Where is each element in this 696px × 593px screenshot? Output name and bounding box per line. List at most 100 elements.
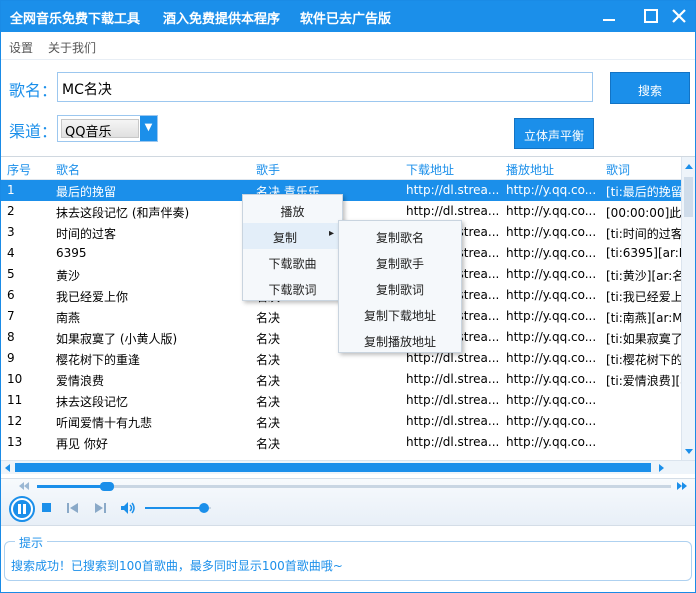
ctx-copy[interactable]: 复制 ▸ — [243, 223, 342, 249]
cell-lyric: [ti:最后的挽留 — [606, 185, 681, 199]
cell-play: http://y.qq.co... — [506, 330, 597, 344]
horizontal-scroll-thumb[interactable] — [15, 463, 651, 472]
cell-name: 时间的过客 — [56, 227, 117, 241]
search-button[interactable]: 搜索 — [610, 72, 690, 104]
channel-select[interactable]: QQ音乐 ▼ — [57, 115, 158, 142]
header-name[interactable]: 歌名 — [56, 161, 80, 178]
cell-play: http://y.qq.co... — [506, 267, 597, 281]
cell-no: 10 — [7, 372, 23, 386]
cell-name: 再见 你好 — [56, 437, 108, 451]
ctx-copy-lyric[interactable]: 复制歌词 — [339, 275, 461, 301]
cell-lyric: [ti:我已经爱上 — [606, 290, 681, 304]
table-row[interactable]: 11 抹去这段记忆 名决 http://dl.strea... http://y.qq.… — [1, 390, 681, 411]
header-play[interactable]: 播放地址 — [506, 161, 554, 178]
cell-play: http://y.qq.co... — [506, 183, 597, 197]
context-menu: 播放 复制 ▸ 下载歌曲 下载歌词 — [242, 194, 343, 301]
cell-play: http://y.qq.co... — [506, 414, 597, 428]
ctx-copy-singer[interactable]: 复制歌手 — [339, 249, 461, 275]
table-row[interactable]: 12 听闻爱情十有九悲 名决 http://dl.strea... http://y.q… — [1, 411, 681, 432]
cell-singer: 名决 — [256, 374, 281, 388]
player-bar — [1, 478, 695, 526]
header-lyric[interactable]: 歌词 — [606, 161, 630, 178]
cell-dl: http://dl.strea... — [406, 435, 500, 449]
table-row[interactable]: 13 再见 你好 名决 http://dl.strea... http://y.qq.c… — [1, 432, 681, 453]
next-icon[interactable] — [93, 502, 107, 514]
cell-play: http://y.qq.co... — [506, 435, 597, 449]
ctx-copy-label: 复制 — [273, 231, 298, 245]
stereo-balance-button[interactable]: 立体声平衡 — [514, 118, 594, 149]
tips-panel: 提示 搜索成功！已搜索到100首歌曲，最多同时显示100首歌曲哦~ — [4, 534, 692, 581]
volume-icon[interactable] — [120, 501, 136, 515]
song-search-input[interactable]: MC名决 — [57, 72, 593, 102]
horizontal-scrollbar[interactable] — [1, 460, 695, 474]
previous-icon[interactable] — [66, 502, 80, 514]
ctx-download-song[interactable]: 下载歌曲 — [243, 249, 342, 275]
copy-submenu: 复制歌名 复制歌手 复制歌词 复制下载地址 复制播放地址 — [338, 220, 462, 353]
cell-no: 6 — [7, 288, 15, 302]
table-header: 序号 歌名 歌手 下载地址 播放地址 歌词 — [1, 157, 695, 180]
cell-name: 樱花树下的重逢 — [56, 353, 141, 367]
header-no[interactable]: 序号 — [7, 161, 31, 178]
cell-play: http://y.qq.co... — [506, 288, 597, 302]
menu-bar: 设置 关于我们 — [1, 32, 695, 60]
progress-fill — [37, 485, 107, 488]
cell-lyric: [ti:如果寂寞了 — [606, 332, 681, 346]
cell-name: 爱情浪费 — [56, 374, 105, 388]
title-note-2: 软件已去广告版 — [300, 12, 392, 27]
cell-lyric: [ti:樱花树下的 — [606, 353, 681, 367]
cell-lyric: [ti:南燕][ar:M — [606, 311, 681, 325]
vertical-scrollbar[interactable] — [681, 157, 695, 461]
app-window: 全网音乐免费下载工具 酒入免费提供本程序 软件已去广告版 设置 关于我们 歌名：… — [0, 0, 696, 593]
cell-play: http://y.qq.co... — [506, 372, 597, 386]
progress-knob[interactable] — [99, 482, 114, 491]
cell-lyric: [ti:6395][ar:M — [606, 246, 681, 260]
pause-icon[interactable] — [8, 495, 36, 523]
cell-dl: http://dl.strea... — [406, 183, 500, 197]
ctx-download-lyric[interactable]: 下载歌词 — [243, 275, 342, 301]
cell-dl: http://dl.strea... — [406, 372, 500, 386]
progress-track[interactable] — [37, 485, 671, 488]
cell-no: 7 — [7, 309, 15, 323]
ctx-copy-download-url[interactable]: 复制下载地址 — [339, 301, 461, 327]
ctx-copy-name[interactable]: 复制歌名 — [339, 223, 461, 249]
maximize-icon[interactable] — [641, 6, 661, 26]
header-download[interactable]: 下载地址 — [406, 161, 454, 178]
cell-singer: 名决 — [256, 353, 281, 367]
menu-settings[interactable]: 设置 — [9, 39, 33, 56]
volume-knob[interactable] — [199, 503, 210, 513]
ctx-copy-play-url[interactable]: 复制播放地址 — [339, 327, 461, 353]
cell-play: http://y.qq.co... — [506, 309, 597, 323]
dropdown-arrow-icon[interactable]: ▼ — [140, 116, 157, 141]
cell-play: http://y.qq.co... — [506, 351, 597, 365]
title-note: 酒入免费提供本程序 — [163, 12, 281, 27]
cell-no: 5 — [7, 267, 15, 281]
rewind-icon[interactable] — [17, 481, 31, 491]
cell-name: 6395 — [56, 246, 87, 260]
header-singer[interactable]: 歌手 — [256, 161, 280, 178]
scroll-down-icon — [685, 449, 693, 454]
channel-value: QQ音乐 — [61, 119, 139, 140]
vertical-scroll-thumb[interactable] — [684, 177, 693, 217]
cell-name: 南燕 — [56, 311, 81, 325]
scroll-left-icon — [5, 464, 10, 472]
cell-lyric: [ti:爱情浪费][a — [606, 374, 681, 388]
minimize-icon[interactable] — [599, 6, 619, 26]
submenu-arrow-icon: ▸ — [328, 228, 334, 239]
title-bar: 全网音乐免费下载工具 酒入免费提供本程序 软件已去广告版 — [1, 1, 695, 32]
ctx-play[interactable]: 播放 — [243, 197, 342, 223]
song-label: 歌名： — [9, 81, 58, 100]
menu-about[interactable]: 关于我们 — [48, 39, 96, 56]
cell-lyric: [00:00:00]此... — [606, 206, 681, 220]
cell-no: 11 — [7, 393, 23, 407]
close-icon[interactable] — [669, 6, 689, 26]
forward-icon[interactable] — [675, 481, 689, 491]
cell-name: 抹去这段记忆 — [56, 395, 129, 409]
cell-play: http://y.qq.co... — [506, 393, 597, 407]
cell-play: http://y.qq.co... — [506, 246, 597, 260]
cell-name: 抹去这段记忆 (和声伴奏) — [56, 206, 190, 220]
table-row[interactable]: 10 爱情浪费 名决 http://dl.strea... http://y.qq.co… — [1, 369, 681, 390]
cell-no: 3 — [7, 225, 15, 239]
stop-icon[interactable] — [41, 502, 53, 514]
cell-singer: 名决 — [256, 437, 281, 451]
cell-singer: 名决 — [256, 416, 281, 430]
